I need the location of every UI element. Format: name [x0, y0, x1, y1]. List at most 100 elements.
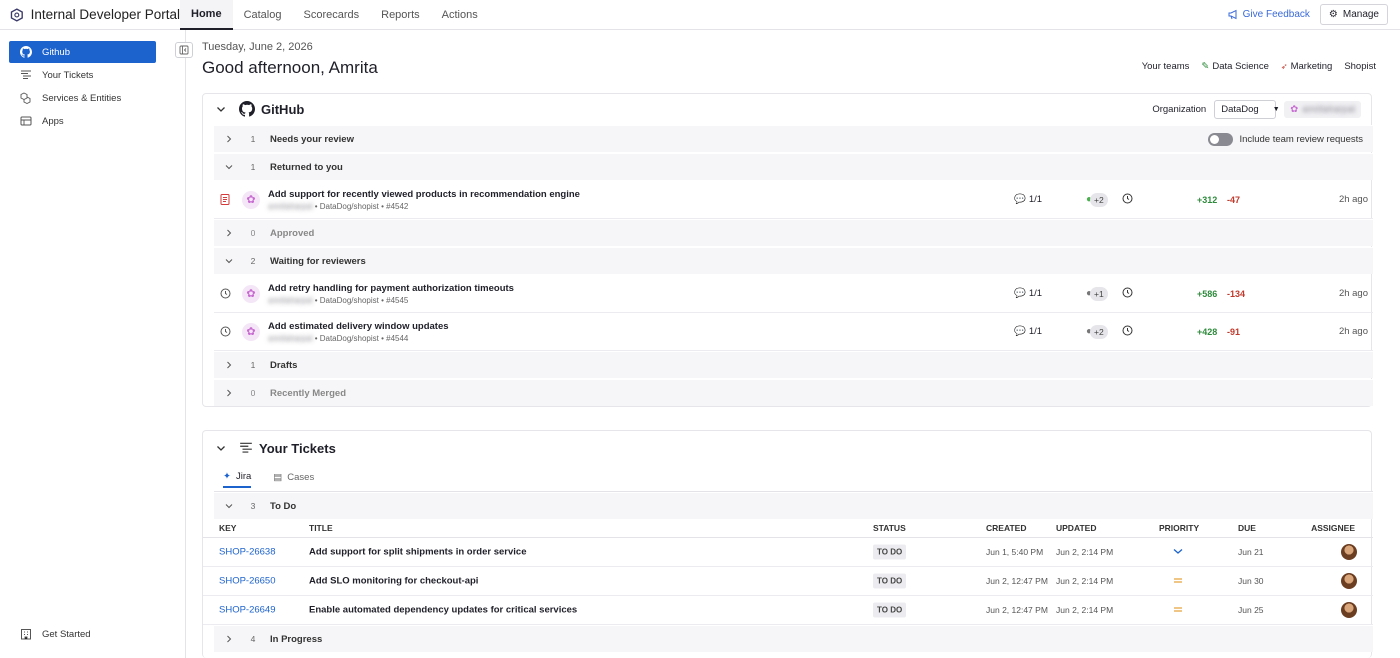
team-review-toggle[interactable]: [1208, 132, 1234, 146]
group-drafts[interactable]: 1 Drafts: [214, 351, 1373, 378]
pr-title[interactable]: Add retry handling for payment authoriza…: [268, 283, 968, 294]
comment-icon: 💬: [1014, 288, 1026, 299]
pr-row[interactable]: ✿ Add estimated delivery window updates …: [214, 313, 1373, 351]
group-needs-review[interactable]: 1 Needs your review Include team review …: [214, 125, 1373, 152]
sidebar-item-your-tickets[interactable]: Your Tickets: [9, 64, 156, 86]
ticket-title[interactable]: Add SLO monitoring for checkout-api: [309, 576, 478, 587]
pr-row[interactable]: ✿ Add support for recently viewed produc…: [214, 181, 1373, 219]
chevron-right-icon: [227, 635, 232, 643]
group-waiting-for-reviewers[interactable]: 2 Waiting for reviewers: [214, 247, 1373, 274]
ticket-created: Jun 2, 12:47 PM: [986, 605, 1048, 615]
group-count: 1: [250, 360, 256, 370]
apps-icon: [20, 116, 32, 126]
group-to-do[interactable]: 3 To Do: [214, 492, 1373, 519]
chevron-right-icon: [227, 135, 232, 143]
assignee-avatar[interactable]: [1341, 602, 1357, 618]
ticket-due: Jun 30: [1238, 576, 1264, 586]
pr-author: amritaharpal: [268, 333, 313, 343]
group-label: Needs your review: [270, 133, 354, 145]
github-icon: [239, 101, 255, 117]
ticket-title[interactable]: Add support for split shipments in order…: [309, 547, 526, 558]
tab-jira[interactable]: ✦ Jira: [223, 471, 252, 488]
rocket-icon: ➶: [1280, 62, 1288, 71]
sidebar-item-label: Get Started: [42, 628, 91, 640]
group-label: Approved: [270, 227, 315, 239]
sidebar: Github Your Tickets Services & Entities …: [0, 30, 186, 658]
nav-tab-catalog[interactable]: Catalog: [233, 0, 293, 30]
brand[interactable]: Internal Developer Portal: [0, 7, 180, 22]
collapse-tickets-button[interactable]: [203, 443, 239, 453]
sidebar-item-apps[interactable]: Apps: [9, 110, 156, 132]
avatar: ✿: [242, 322, 260, 341]
pr-reviewers[interactable]: ● +2: [1086, 192, 1108, 207]
team-marketing[interactable]: ➶ Marketing: [1281, 61, 1332, 72]
pr-comments-count: 1/1: [1028, 194, 1043, 205]
group-recently-merged[interactable]: 0 Recently Merged: [214, 379, 1373, 406]
column-header-priority: PRIORITY: [1159, 523, 1200, 533]
ticket-updated: Jun 2, 2:14 PM: [1056, 605, 1114, 615]
pr-reviewers[interactable]: ● +1: [1086, 286, 1108, 301]
group-label: To Do: [270, 500, 297, 512]
status-badge: TO DO: [873, 544, 907, 560]
table-row[interactable]: SHOP-26638 Add support for split shipmen…: [203, 538, 1373, 567]
sidebar-item-services-entities[interactable]: Services & Entities: [9, 87, 156, 109]
pending-icon: [220, 288, 230, 299]
status-badge: TO DO: [873, 602, 907, 618]
give-feedback-link[interactable]: Give Feedback: [1228, 9, 1310, 20]
group-count: 0: [250, 228, 256, 238]
jira-icon: ✦: [223, 471, 231, 482]
status-badge: TO DO: [873, 573, 907, 589]
ticket-key[interactable]: SHOP-26650: [219, 576, 276, 587]
table-row[interactable]: SHOP-26649 Enable automated dependency u…: [203, 596, 1373, 625]
pr-time: 2h ago: [1338, 326, 1368, 337]
group-count: 3: [250, 501, 256, 511]
pr-title[interactable]: Add estimated delivery window updates: [268, 321, 968, 332]
megaphone-icon: [1228, 9, 1237, 20]
group-count: 4: [250, 634, 256, 644]
assignee-avatar[interactable]: [1341, 544, 1357, 560]
chevron-right-icon: [227, 229, 232, 237]
clock-icon: [1122, 287, 1133, 297]
tab-cases[interactable]: ▤ Cases: [273, 471, 314, 488]
organization-label: Organization: [1152, 104, 1207, 115]
assignee-avatar[interactable]: [1341, 573, 1357, 589]
pencil-icon: ✎: [1201, 61, 1210, 72]
sidebar-item-get-started[interactable]: Get Started: [9, 623, 156, 645]
sidebar-item-github[interactable]: Github: [9, 41, 156, 63]
manage-button[interactable]: ⚙ Manage: [1319, 4, 1388, 25]
nav-tab-reports[interactable]: Reports: [370, 0, 431, 30]
reviewers-more: +2: [1090, 192, 1108, 207]
organization-value: DataDog: [1221, 104, 1259, 115]
ticket-key[interactable]: SHOP-26638: [219, 547, 276, 558]
pr-additions: +428: [1197, 326, 1218, 337]
greeting: Good afternoon, Amrita: [202, 58, 378, 77]
team-data-science[interactable]: ✎ Data Science: [1201, 61, 1268, 72]
pr-reviewers[interactable]: ● +2: [1086, 324, 1108, 339]
nav-tab-actions[interactable]: Actions: [431, 0, 489, 30]
ticket-title[interactable]: Enable automated dependency updates for …: [309, 605, 577, 616]
group-in-progress[interactable]: 4 In Progress: [214, 625, 1373, 652]
table-row[interactable]: SHOP-26650 Add SLO monitoring for checko…: [203, 567, 1373, 596]
collapse-github-button[interactable]: [203, 104, 239, 114]
pr-author: amritaharpal: [268, 295, 313, 305]
group-approved[interactable]: 0 Approved: [214, 219, 1373, 246]
user-chip[interactable]: ✿ amritaharpal: [1284, 101, 1361, 118]
gear-icon: ⚙: [1328, 9, 1338, 20]
group-count: 2: [250, 256, 256, 266]
pr-comments-count: 1/1: [1028, 326, 1043, 337]
nav-tab-home[interactable]: Home: [180, 0, 233, 30]
nav-tab-scorecards[interactable]: Scorecards: [292, 0, 370, 30]
group-returned-to-you[interactable]: 1 Returned to you: [214, 153, 1373, 180]
pr-row[interactable]: ✿ Add retry handling for payment authori…: [214, 275, 1373, 313]
ticket-updated: Jun 2, 2:14 PM: [1056, 576, 1114, 586]
group-label: Recently Merged: [270, 387, 347, 399]
column-header-created: CREATED: [986, 523, 1027, 533]
avatar: ✿: [242, 190, 260, 209]
team-label: Marketing: [1290, 61, 1333, 72]
chevron-down-icon: [225, 259, 233, 264]
organization-select[interactable]: DataDog ▼: [1214, 100, 1280, 119]
your-teams-label: Your teams: [1141, 61, 1190, 72]
ticket-key[interactable]: SHOP-26649: [219, 605, 276, 616]
team-shopist[interactable]: Shopist: [1344, 61, 1376, 72]
pr-title[interactable]: Add support for recently viewed products…: [268, 189, 968, 200]
